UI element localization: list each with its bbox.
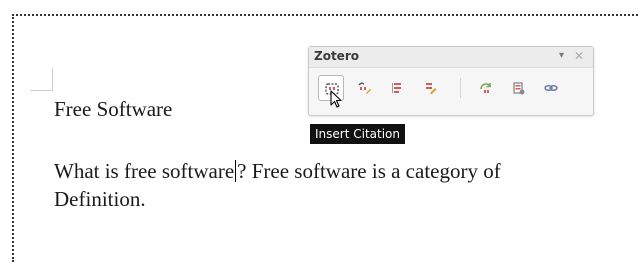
insert-bibliography-icon [392,83,401,93]
document-canvas: Free Software What is free software? Fre… [0,0,638,262]
toolbar-menu-arrow-icon[interactable]: ▾ [559,49,564,63]
text-boundary-corner-horizontal [30,90,53,91]
page-border-top [12,14,638,16]
edit-bibliography-icon [426,83,437,95]
edit-bibliography-button[interactable] [417,75,443,101]
paragraph-text-before-cursor[interactable]: What is free software [54,159,234,183]
text-boundary-corner-vertical [52,68,53,90]
insert-citation-tooltip: Insert Citation [310,124,405,144]
insert-bibliography-button[interactable] [384,75,410,101]
zotero-toolbar: Zotero ▾ ✕ [308,46,594,116]
toolbar-close-icon[interactable]: ✕ [574,49,584,63]
refresh-button[interactable] [473,75,499,101]
toolbar-separator [460,78,461,98]
document-paragraph-line-2[interactable]: Definition. [54,186,146,212]
zotero-title: Zotero [314,49,359,63]
zotero-titlebar[interactable]: Zotero ▾ ✕ [309,47,593,68]
refresh-icon [480,83,491,93]
document-preferences-icon [513,82,525,95]
mouse-pointer-icon [330,90,342,108]
edit-citation-button[interactable] [351,75,377,101]
document-heading[interactable]: Free Software [54,96,172,122]
unlink-citations-icon [544,85,558,91]
unlink-citations-button[interactable] [538,75,564,101]
document-paragraph-line-1[interactable]: What is free software? Free software is … [54,158,501,184]
paragraph-text-after-cursor[interactable]: ? Free software is a category of [237,159,501,183]
document-preferences-button[interactable] [505,75,531,101]
page-border-left [12,14,14,262]
edit-citation-icon [358,82,371,94]
